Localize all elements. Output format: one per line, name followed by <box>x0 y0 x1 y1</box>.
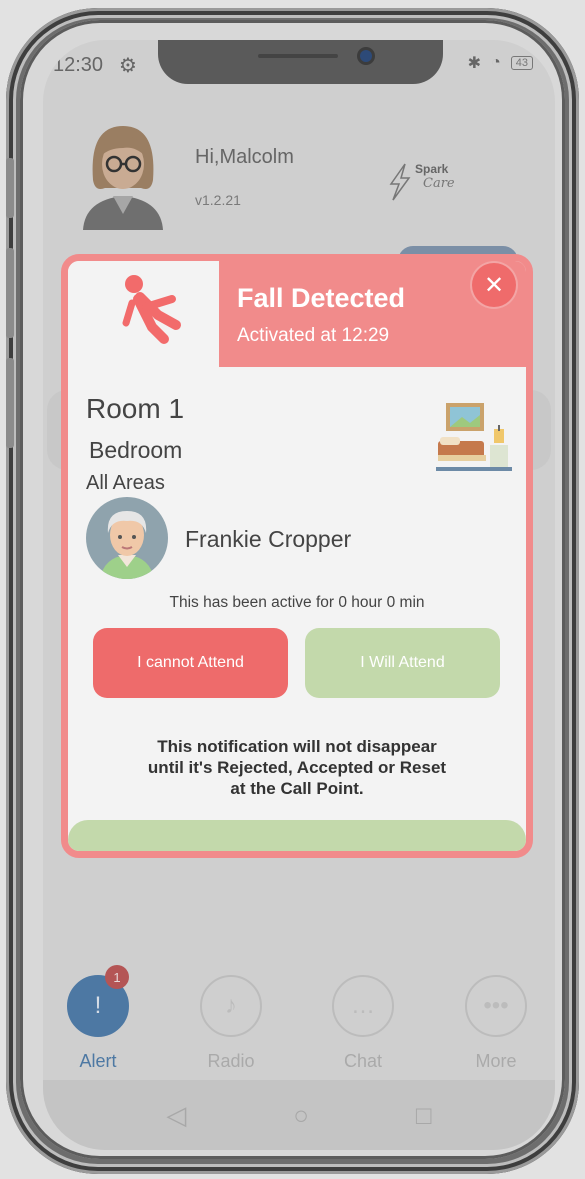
spark-care-logo: Spark Care <box>385 160 465 204</box>
close-button[interactable]: ✕ <box>472 263 516 307</box>
status-icons: ✱ ◔ 43 <box>468 53 533 73</box>
nav-label: Radio <box>207 1051 255 1071</box>
back-icon[interactable]: ◁ <box>166 1100 186 1131</box>
bedroom-icon <box>436 403 512 471</box>
active-duration: This has been active for 0 hour 0 min <box>169 594 425 611</box>
camera <box>360 50 372 62</box>
fall-icon-box <box>68 261 220 367</box>
bottom-action-bar[interactable] <box>68 820 526 851</box>
room-area: All Areas <box>86 472 165 494</box>
resident-name: Frankie Cropper <box>185 526 352 552</box>
radio-icon: ♪ <box>200 975 262 1037</box>
cannot-attend-button[interactable]: I cannot Attend <box>93 628 288 698</box>
nav-item-alert[interactable]: ! 1 Alert <box>43 965 153 1072</box>
lightning-logo-icon <box>389 163 411 201</box>
chat-icon: … <box>332 975 394 1037</box>
gear-icon: ⚙ <box>119 55 137 77</box>
close-icon: ✕ <box>483 271 505 299</box>
logo-text-top: Spark <box>415 162 449 176</box>
notice-line: at the Call Point. <box>230 779 364 798</box>
notice-line: This notification will not disappear <box>157 737 437 756</box>
greeting: Hi,Malcolm <box>195 146 294 168</box>
side-button <box>6 358 14 448</box>
activation-time: Activated at 12:29 <box>237 325 390 346</box>
persistence-notice: This notification will not disappear unt… <box>68 736 526 799</box>
speaker <box>258 54 338 58</box>
battery-icon: 43 <box>510 56 533 70</box>
bottom-nav: ! 1 Alert ♪ Radio … Chat ••• More <box>43 955 555 1071</box>
nav-label: Alert <box>79 1051 117 1071</box>
room-name: Room 1 <box>86 393 185 424</box>
wifi-icon: ◔ <box>491 54 501 71</box>
bluetooth-icon: ✱ <box>467 55 482 72</box>
recents-icon[interactable]: □ <box>416 1100 432 1131</box>
nav-label: Chat <box>343 1051 383 1071</box>
nav-item-chat[interactable]: … Chat <box>308 975 418 1072</box>
fall-alert-modal: Fall Detected Activated at 12:29 ✕ Room … <box>61 254 533 858</box>
nav-item-radio[interactable]: ♪ Radio <box>176 975 286 1072</box>
logo-text-bottom: Care <box>423 176 455 191</box>
more-icon: ••• <box>465 975 527 1037</box>
falling-person-icon <box>122 275 181 344</box>
user-avatar[interactable] <box>81 122 165 230</box>
room-type: Bedroom <box>89 437 183 463</box>
alert-badge: 1 <box>105 965 129 989</box>
device-stage: 12:30 ⚙ ✱ ◔ 43 Hi,Malcolm v1.2.21 Spark … <box>0 0 585 1179</box>
app-version: v1.2.21 <box>195 192 241 208</box>
will-attend-button[interactable]: I Will Attend <box>305 628 500 698</box>
nav-item-more[interactable]: ••• More <box>441 975 551 1072</box>
notice-line: until it's Rejected, Accepted or Reset <box>147 758 447 777</box>
notch <box>158 40 443 84</box>
side-button <box>6 158 14 218</box>
nav-label: More <box>475 1051 517 1071</box>
resident-portrait <box>100 511 154 579</box>
resident-avatar <box>86 497 168 579</box>
home-icon[interactable]: ○ <box>293 1100 309 1131</box>
alert-title: Fall Detected <box>237 283 406 313</box>
side-button <box>6 248 14 338</box>
system-nav-bar: ◁ ○ □ <box>43 1080 555 1150</box>
status-time: 12:30 <box>53 54 104 76</box>
